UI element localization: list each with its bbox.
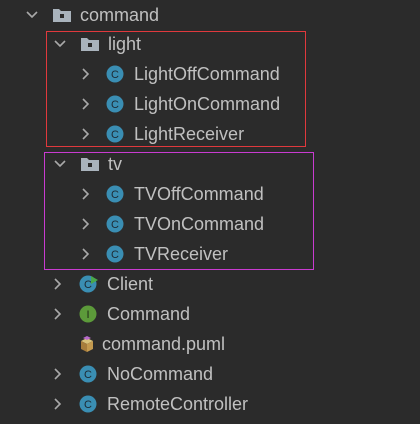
interface-icon: I [79, 305, 97, 323]
tree-item-interface-command[interactable]: I Command [0, 299, 420, 329]
class-icon: C [79, 395, 97, 413]
class-icon: C [79, 365, 97, 383]
plantuml-file-icon [77, 335, 95, 353]
tree-item-label: NoCommand [107, 364, 214, 384]
class-main-icon: C [79, 275, 98, 293]
tree-item-class-nocommand[interactable]: C NoCommand [0, 359, 420, 389]
highlight-box-tv-package [44, 152, 314, 270]
svg-text:C: C [84, 279, 92, 291]
project-tree: command light C LightOffCommand C LightO… [0, 0, 420, 424]
tree-item-file-command-puml[interactable]: command.puml [0, 329, 420, 359]
tree-item-label: command.puml [102, 334, 226, 354]
svg-text:C: C [84, 399, 92, 411]
tree-item-label: Command [107, 304, 191, 324]
chevron-right-icon[interactable] [52, 398, 64, 410]
tree-item-command-package[interactable]: command [0, 0, 420, 30]
chevron-right-icon[interactable] [52, 368, 64, 380]
tree-item-label: RemoteController [107, 394, 249, 414]
svg-text:C: C [84, 369, 92, 381]
highlight-box-light-package [46, 31, 306, 147]
package-folder-icon [52, 6, 71, 24]
tree-item-label: Client [107, 274, 154, 294]
tree-item-class-client[interactable]: C Client [0, 269, 420, 299]
chevron-right-icon[interactable] [52, 308, 64, 320]
svg-text:I: I [86, 309, 89, 321]
tree-item-class-remotecontroller[interactable]: C RemoteController [0, 389, 420, 419]
tree-item-label: command [80, 5, 160, 25]
chevron-down-icon[interactable] [26, 9, 38, 21]
chevron-right-icon[interactable] [52, 278, 64, 290]
